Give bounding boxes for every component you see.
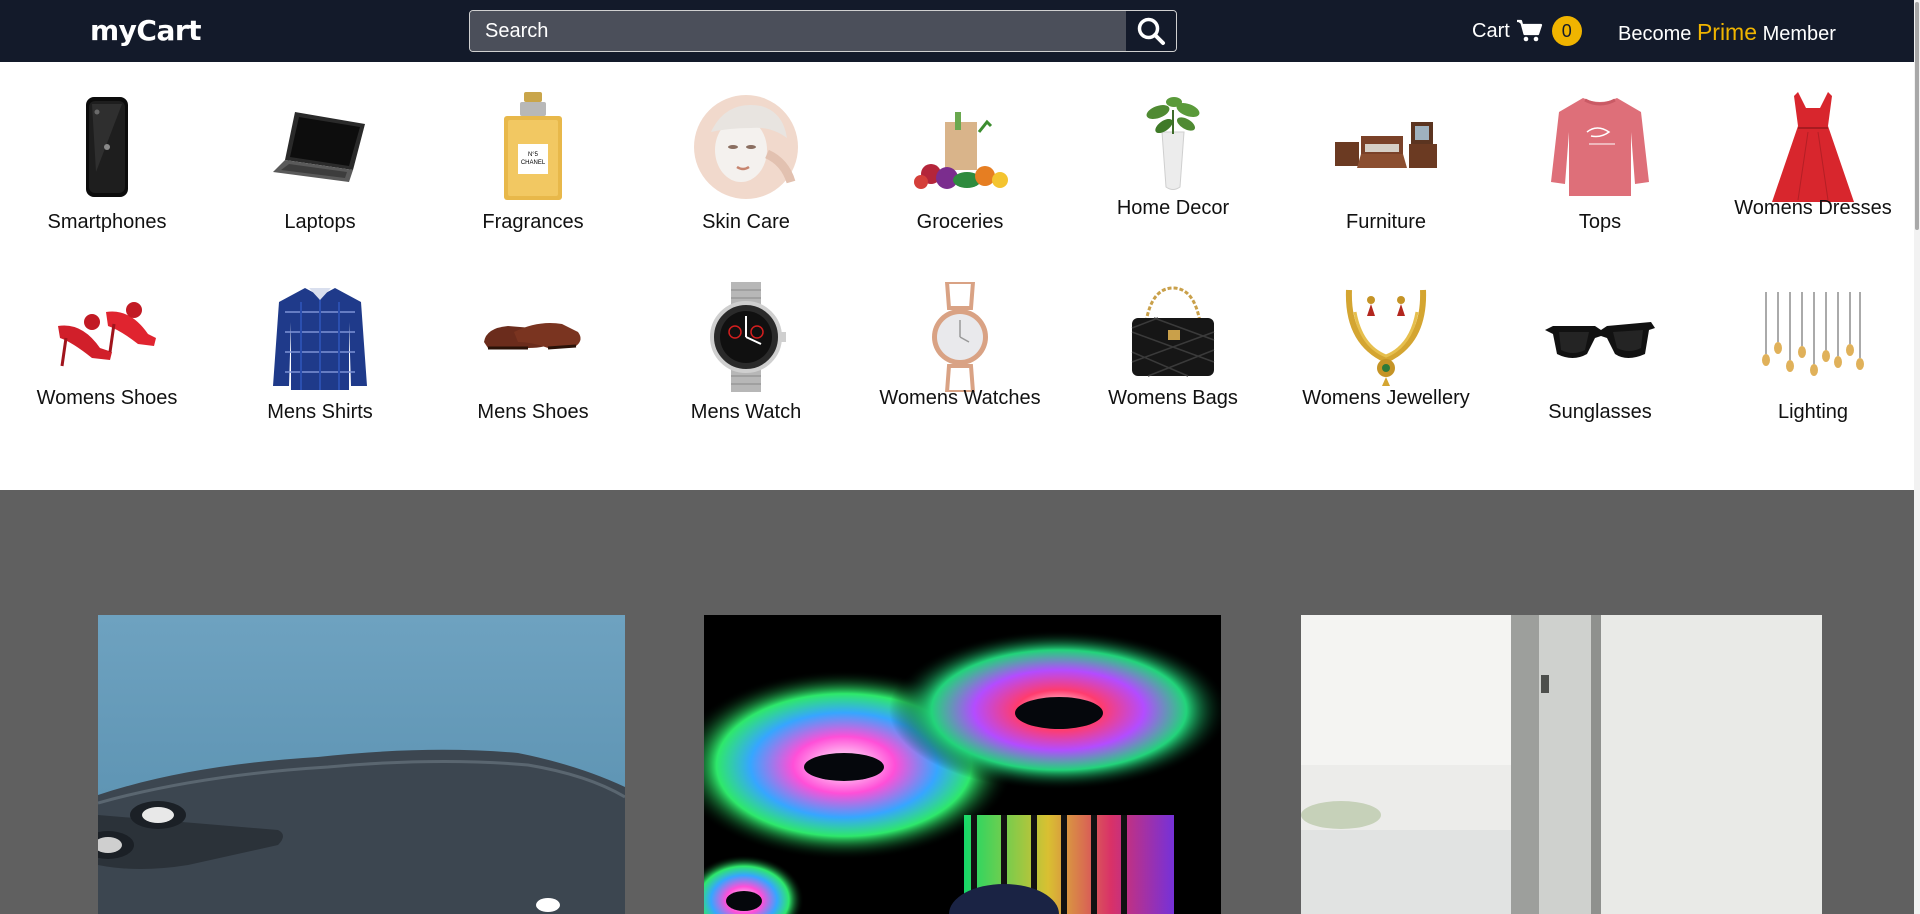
category-womens-jewellery[interactable]: Womens Jewellery: [1286, 282, 1486, 409]
prime-membership-link[interactable]: Become Prime Member: [1618, 19, 1836, 46]
cart-icon: [1516, 19, 1544, 43]
category-fragrances[interactable]: N°5 CHANEL Fragrances: [433, 92, 633, 233]
category-label: Lighting: [1777, 401, 1849, 423]
category-label: Womens Watches: [879, 387, 1041, 409]
womens-watch-icon: [905, 280, 1015, 394]
cart-button[interactable]: Cart 0: [1472, 16, 1582, 46]
smartphone-icon: [52, 92, 162, 202]
dress-icon: [1758, 92, 1868, 202]
category-home-decor[interactable]: Home Decor: [1073, 92, 1273, 219]
cart-label: Cart: [1472, 19, 1510, 42]
category-groceries[interactable]: Groceries: [860, 92, 1060, 233]
banner-card[interactable]: [704, 615, 1221, 914]
laptop-icon: [265, 92, 375, 202]
svg-text:N°5: N°5: [528, 152, 539, 158]
category-skin-care[interactable]: Skin Care: [646, 92, 846, 233]
category-label: Groceries: [916, 211, 1004, 233]
search-icon: [1137, 17, 1165, 45]
category-womens-bags[interactable]: Womens Bags: [1073, 282, 1273, 409]
search-button[interactable]: [1126, 11, 1176, 51]
high-heels-icon: [52, 282, 162, 392]
category-smartphones[interactable]: Smartphones: [7, 92, 207, 233]
page-scrollbar[interactable]: [1914, 0, 1920, 914]
skin-care-icon: [691, 92, 801, 202]
category-mens-shoes[interactable]: Mens Shoes: [433, 282, 633, 423]
sweater-icon: [1545, 92, 1655, 202]
pendant-lights-icon: [1758, 282, 1868, 392]
window-interior-image: [1301, 615, 1822, 914]
category-label: Mens Watch: [690, 401, 802, 423]
search-input[interactable]: [470, 11, 1126, 51]
category-label: Womens Dresses: [1734, 197, 1892, 219]
sunglasses-icon: [1545, 282, 1655, 392]
category-mens-shirts[interactable]: Mens Shirts: [220, 282, 420, 423]
category-furniture[interactable]: Furniture: [1286, 92, 1486, 233]
category-tops[interactable]: Tops: [1500, 92, 1700, 233]
jewellery-icon: [1331, 282, 1441, 392]
category-womens-shoes[interactable]: Womens Shoes: [7, 282, 207, 409]
svg-text:CHANEL: CHANEL: [521, 160, 546, 166]
category-womens-watches[interactable]: Womens Watches: [860, 280, 1060, 409]
prime-prefix: Become: [1618, 23, 1692, 45]
category-label: Womens Jewellery: [1302, 387, 1470, 409]
furniture-icon: [1331, 92, 1441, 202]
category-label: Sunglasses: [1548, 401, 1652, 423]
category-label: Fragrances: [482, 211, 584, 233]
banner-card[interactable]: [1301, 615, 1822, 914]
category-mens-watch[interactable]: Mens Watch: [646, 282, 846, 423]
prime-highlight: Prime: [1696, 19, 1757, 45]
category-label: Womens Bags: [1108, 387, 1238, 409]
category-label: Laptops: [284, 211, 356, 233]
category-label: Skin Care: [702, 211, 790, 233]
category-laptops[interactable]: Laptops: [220, 92, 420, 233]
mens-shoes-icon: [478, 282, 588, 392]
category-label: Mens Shirts: [267, 401, 373, 423]
plant-vase-icon: [1118, 92, 1228, 202]
mens-watch-icon: [691, 282, 801, 392]
category-label: Mens Shoes: [477, 401, 589, 423]
category-strip: Smartphones Laptops N°5 CHANEL Fragrance…: [0, 62, 1914, 490]
category-label: Smartphones: [47, 211, 167, 233]
search-bar: [469, 10, 1177, 52]
banner-card[interactable]: [98, 615, 625, 914]
category-womens-dresses[interactable]: Womens Dresses: [1713, 92, 1913, 219]
category-sunglasses[interactable]: Sunglasses: [1500, 282, 1700, 423]
category-lighting[interactable]: Lighting: [1713, 282, 1913, 423]
category-label: Tops: [1578, 211, 1622, 233]
top-navbar: myCart Cart 0 Become Prime Member: [0, 0, 1920, 62]
category-label: Home Decor: [1116, 197, 1230, 219]
prime-suffix: Member: [1762, 23, 1836, 45]
handbag-icon: [1118, 282, 1228, 392]
perfume-bottle-icon: N°5 CHANEL: [478, 92, 588, 202]
brand-logo[interactable]: myCart: [90, 14, 202, 47]
cart-count-badge: 0: [1551, 16, 1582, 46]
groceries-icon: [905, 92, 1015, 202]
category-label: Womens Shoes: [36, 387, 178, 409]
category-label: Furniture: [1345, 211, 1427, 233]
scrollbar-thumb[interactable]: [1915, 2, 1919, 230]
phone-camera-image: [98, 749, 625, 914]
shirt-icon: [265, 282, 375, 392]
rgb-pc-fans-image: [704, 615, 1221, 914]
